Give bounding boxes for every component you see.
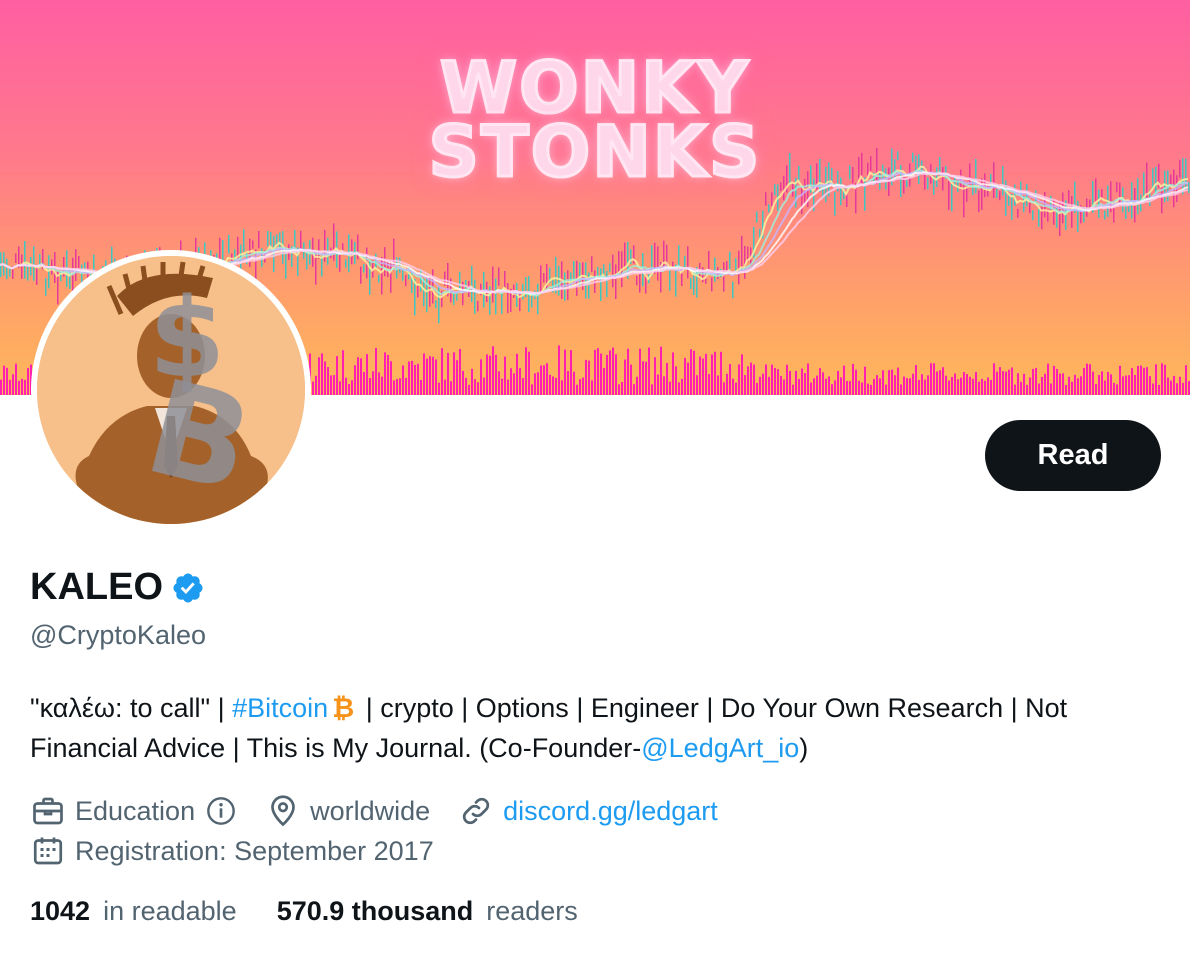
- website-link[interactable]: discord.gg/ledgart: [503, 796, 718, 827]
- category-text: Education: [75, 795, 196, 826]
- profile-bio: "καλέω: to call" | #Bitcoin ₿ | crypto | …: [30, 688, 1170, 768]
- user-handle: @CryptoKaleo: [30, 620, 206, 650]
- followers-count: 570.9 thousand: [276, 896, 474, 926]
- profile-meta-row: Education worldwide discord.gg/ledgart: [30, 793, 746, 829]
- briefcase-icon: [30, 793, 66, 829]
- display-name: KALEO: [30, 566, 205, 609]
- profile-joined-row: Registration: September 2017: [30, 833, 462, 869]
- following-stat[interactable]: 1042 in readable: [30, 896, 237, 927]
- avatar[interactable]: $ B: [37, 256, 305, 524]
- bitcoin-icon: ₿: [332, 693, 355, 723]
- read-button[interactable]: Read: [985, 420, 1161, 491]
- joined-text: Registration: September 2017: [75, 835, 434, 866]
- followers-label: readers: [486, 896, 578, 926]
- location-text: worldwide: [310, 795, 431, 826]
- bio-text-1: "καλέω: to call" |: [30, 693, 233, 723]
- info-icon[interactable]: [205, 795, 237, 827]
- bio-text-3: ): [799, 733, 809, 763]
- location-pin-icon: [265, 793, 301, 829]
- following-label: in readable: [103, 896, 237, 926]
- location-item: worldwide: [265, 793, 430, 829]
- link-icon: [458, 793, 494, 829]
- avatar-frame[interactable]: $ B: [31, 250, 311, 530]
- profile-stats: 1042 in readable 570.9 thousand readers: [30, 896, 618, 927]
- verified-badge-icon[interactable]: [171, 571, 205, 605]
- hashtag-bitcoin-link[interactable]: #Bitcoin: [232, 693, 328, 723]
- joined-item: Registration: September 2017: [30, 833, 434, 869]
- following-count: 1042: [30, 896, 91, 926]
- calendar-icon: [30, 833, 66, 869]
- spartan-bitcoin-avatar-icon: $ B: [37, 256, 305, 524]
- banner-title-line2: STONKS: [427, 111, 762, 193]
- display-name-text: KALEO: [30, 566, 163, 608]
- followers-stat[interactable]: 570.9 thousand readers: [277, 896, 578, 927]
- category-item: Education: [30, 793, 237, 829]
- website-item[interactable]: discord.gg/ledgart: [458, 793, 718, 829]
- mention-ledgart-link[interactable]: @LedgArt_io: [641, 733, 799, 763]
